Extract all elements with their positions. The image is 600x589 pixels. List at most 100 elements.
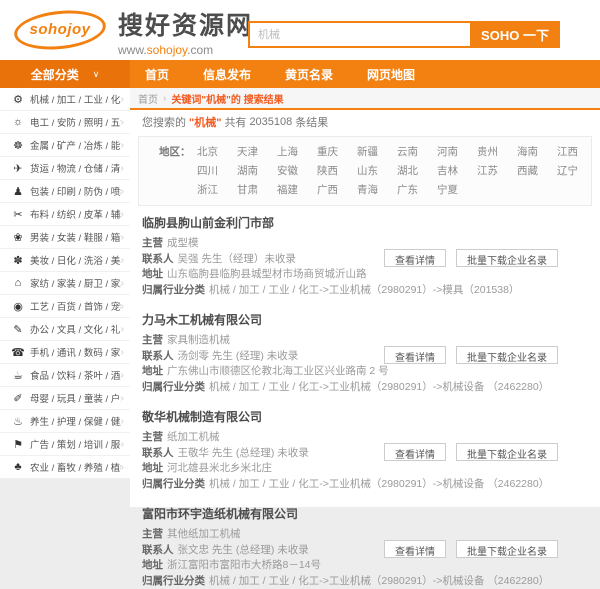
region-link[interactable]: 新疆 bbox=[357, 144, 397, 163]
view-details-button[interactable]: 查看详情 bbox=[384, 346, 446, 364]
all-categories-label: 全部分类 bbox=[31, 66, 79, 83]
nav-item[interactable]: 网页地图 bbox=[367, 66, 415, 83]
region-link[interactable]: 湖北 bbox=[397, 163, 437, 182]
sidebar-category-item[interactable]: ⚙ 机械 / 加工 / 工业 / 化工 › bbox=[0, 88, 130, 111]
contact-label: 联系人 bbox=[142, 350, 174, 362]
category-icon: ♨ bbox=[10, 415, 26, 428]
category-label: 归属行业分类 bbox=[142, 381, 205, 393]
category-value: 机械 / 加工 / 工业 / 化工->工业机械（2980291）->模具（201… bbox=[209, 284, 519, 296]
address-label: 地址 bbox=[142, 365, 163, 377]
nav-item[interactable]: 黄页名录 bbox=[285, 66, 333, 83]
region-link[interactable]: 陕西 bbox=[317, 163, 357, 182]
sidebar-category-item[interactable]: ✽ 美妆 / 日化 / 洗浴 / 美容 › bbox=[0, 249, 130, 272]
search-button[interactable]: SOHO 一下 bbox=[470, 21, 560, 48]
contact-label: 联系人 bbox=[142, 544, 174, 556]
sidebar-category-item[interactable]: ♣ 农业 / 畜牧 / 养殖 / 植物 › bbox=[0, 456, 130, 479]
address-value: 河北雄县米北乡米北庄 bbox=[167, 462, 272, 474]
search-input[interactable] bbox=[248, 21, 470, 48]
logo-text: sohojoy bbox=[14, 21, 106, 38]
sidebar-category-item[interactable]: ⌂ 家纺 / 家装 / 厨卫 / 家具 › bbox=[0, 272, 130, 295]
chevron-down-icon: ∨ bbox=[93, 69, 100, 80]
breadcrumb-separator: › bbox=[163, 93, 166, 104]
listing-item: 临朐县朐山前金利门市部 主营成型模 联系人吴强 先生（经理）未收录 地址山东临朐… bbox=[142, 214, 600, 298]
region-link[interactable]: 河南 bbox=[437, 144, 477, 163]
region-link[interactable]: 北京 bbox=[197, 144, 237, 163]
all-categories-button[interactable]: 全部分类 ∨ bbox=[0, 60, 130, 88]
region-link[interactable]: 广东 bbox=[397, 182, 437, 200]
main-label: 主营 bbox=[142, 334, 163, 346]
category-value: 机械 / 加工 / 工业 / 化工->工业机械（2980291）->机械设备 （… bbox=[209, 478, 549, 490]
region-link[interactable]: 广西 bbox=[317, 182, 357, 200]
region-link[interactable]: 上海 bbox=[277, 144, 317, 163]
region-link[interactable]: 甘肃 bbox=[237, 182, 277, 200]
region-link[interactable]: 重庆 bbox=[317, 144, 357, 163]
sidebar-category-item[interactable]: ☎ 手机 / 通讯 / 数码 / 家电 › bbox=[0, 341, 130, 364]
listing-category-row: 归属行业分类机械 / 加工 / 工业 / 化工->工业机械（2980291）->… bbox=[142, 574, 600, 589]
sidebar-category-item[interactable]: ✈ 货运 / 物流 / 仓储 / 清关 › bbox=[0, 157, 130, 180]
region-link[interactable]: 江西 bbox=[557, 144, 591, 163]
region-link[interactable]: 湖南 bbox=[237, 163, 277, 182]
sidebar-category-item[interactable]: ☸ 金属 / 矿产 / 冶炼 / 能源 › bbox=[0, 134, 130, 157]
listing-results: 临朐县朐山前金利门市部 主营成型模 联系人吴强 先生（经理）未收录 地址山东临朐… bbox=[130, 212, 600, 589]
sidebar-category-item[interactable]: ☕ 食品 / 饮料 / 茶叶 / 酒类 › bbox=[0, 364, 130, 387]
sidebar-category-item[interactable]: ❀ 男装 / 女装 / 鞋服 / 箱包 › bbox=[0, 226, 130, 249]
breadcrumb-home-link[interactable]: 首页 bbox=[138, 91, 158, 106]
region-link[interactable]: 江苏 bbox=[477, 163, 517, 182]
site-logo[interactable]: sohojoy bbox=[14, 11, 106, 49]
region-link[interactable]: 西藏 bbox=[517, 163, 557, 182]
view-details-button[interactable]: 查看详情 bbox=[384, 249, 446, 267]
listing-actions: 查看详情 批量下载企业名录 bbox=[384, 346, 558, 364]
region-link[interactable]: 山东 bbox=[357, 163, 397, 182]
region-link[interactable]: 浙江 bbox=[197, 182, 237, 200]
listing-title-link[interactable]: 临朐县朐山前金利门市部 bbox=[142, 214, 600, 231]
region-link[interactable]: 吉林 bbox=[437, 163, 477, 182]
contact-label: 联系人 bbox=[142, 447, 174, 459]
chevron-right-icon: › bbox=[121, 186, 124, 197]
sidebar-category-item[interactable]: ◉ 工艺 / 百货 / 首饰 / 宠物 › bbox=[0, 295, 130, 318]
region-link[interactable]: 云南 bbox=[397, 144, 437, 163]
region-link[interactable]: 海南 bbox=[517, 144, 557, 163]
category-icon: ❀ bbox=[10, 231, 26, 244]
url-suffix: .com bbox=[187, 43, 213, 57]
sidebar-category-item[interactable]: ✎ 办公 / 文具 / 文化 / 礼品 › bbox=[0, 318, 130, 341]
batch-download-button[interactable]: 批量下载企业名录 bbox=[456, 540, 558, 558]
address-value: 山东临朐县临朐县城型材市场商贸城沂山路 bbox=[167, 268, 367, 280]
listing-title-link[interactable]: 力马木工机械有限公司 bbox=[142, 311, 600, 328]
chevron-right-icon: › bbox=[121, 370, 124, 381]
sidebar-category-item[interactable]: ♨ 养生 / 护理 / 保健 / 健康 › bbox=[0, 410, 130, 433]
category-label: 广告 / 策划 / 培训 / 服务 bbox=[30, 437, 121, 451]
sidebar-category-item[interactable]: ✐ 母婴 / 玩具 / 童装 / 户外 › bbox=[0, 387, 130, 410]
region-link[interactable]: 福建 bbox=[277, 182, 317, 200]
category-label: 食品 / 饮料 / 茶叶 / 酒类 bbox=[30, 368, 121, 382]
breadcrumb: 首页 › 关键词"机械"的 搜索结果 bbox=[130, 88, 600, 110]
category-icon: ✂ bbox=[10, 208, 26, 221]
region-link[interactable]: 天津 bbox=[237, 144, 277, 163]
results-summary: 您搜索的 "机械" 共有 2035108 条结果 bbox=[130, 110, 600, 134]
batch-download-button[interactable]: 批量下载企业名录 bbox=[456, 249, 558, 267]
category-sidebar: ⚙ 机械 / 加工 / 工业 / 化工 › ☼ 电工 / 安防 / 照明 / 五… bbox=[0, 88, 130, 479]
url-prefix: www. bbox=[118, 43, 147, 57]
batch-download-button[interactable]: 批量下载企业名录 bbox=[456, 443, 558, 461]
view-details-button[interactable]: 查看详情 bbox=[384, 540, 446, 558]
view-details-button[interactable]: 查看详情 bbox=[384, 443, 446, 461]
region-link[interactable]: 宁夏 bbox=[437, 182, 477, 200]
batch-download-button[interactable]: 批量下载企业名录 bbox=[456, 346, 558, 364]
site-name: 搜好资源网 bbox=[118, 6, 253, 42]
region-link[interactable]: 安徽 bbox=[277, 163, 317, 182]
sidebar-category-item[interactable]: ⚑ 广告 / 策划 / 培训 / 服务 › bbox=[0, 433, 130, 456]
listing-title-link[interactable]: 敬华机械制造有限公司 bbox=[142, 408, 600, 425]
main-label: 主营 bbox=[142, 431, 163, 443]
sidebar-category-item[interactable]: ☼ 电工 / 安防 / 照明 / 五金 › bbox=[0, 111, 130, 134]
category-label: 美妆 / 日化 / 洗浴 / 美容 bbox=[30, 253, 121, 267]
region-link[interactable]: 青海 bbox=[357, 182, 397, 200]
region-link[interactable]: 贵州 bbox=[477, 144, 517, 163]
region-link[interactable]: 四川 bbox=[197, 163, 237, 182]
category-icon: ⚑ bbox=[10, 438, 26, 451]
listing-title-link[interactable]: 富阳市环宇造纸机械有限公司 bbox=[142, 505, 600, 522]
sidebar-category-item[interactable]: ♟ 包装 / 印刷 / 防伪 / 喷绘 › bbox=[0, 180, 130, 203]
region-link[interactable]: 辽宁 bbox=[557, 163, 591, 182]
breadcrumb-current: 关键词"机械"的 搜索结果 bbox=[171, 91, 283, 106]
nav-item[interactable]: 信息发布 bbox=[203, 66, 251, 83]
nav-item[interactable]: 首页 bbox=[145, 66, 169, 83]
sidebar-category-item[interactable]: ✂ 布料 / 纺织 / 皮革 / 辅料 › bbox=[0, 203, 130, 226]
